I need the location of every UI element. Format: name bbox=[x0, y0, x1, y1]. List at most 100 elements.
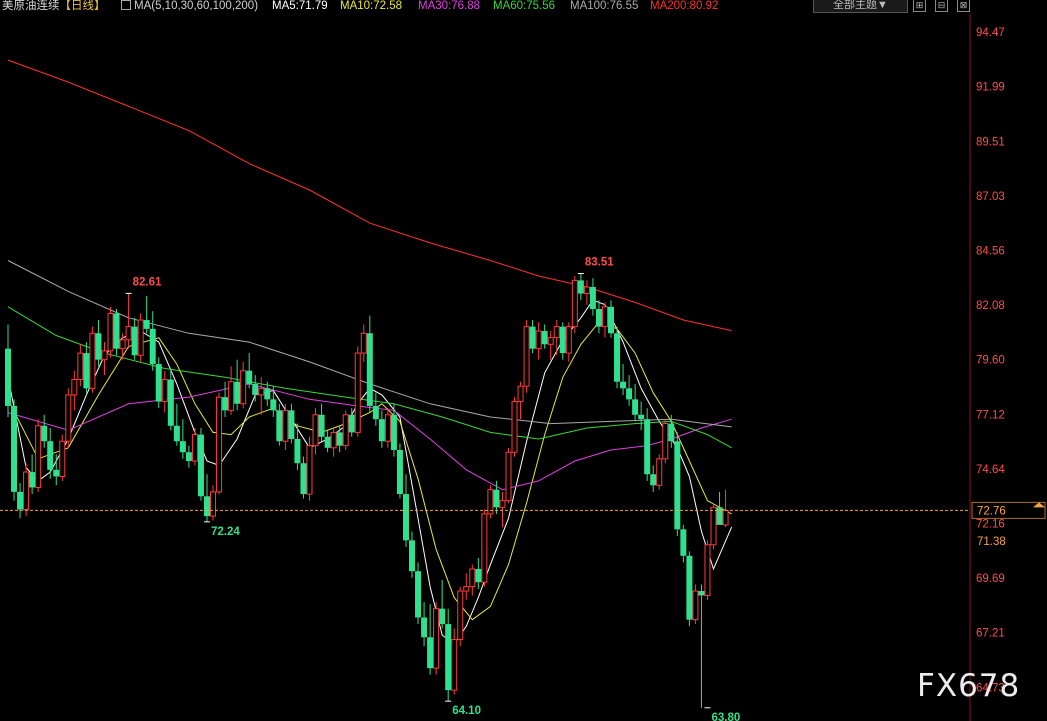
candle[interactable] bbox=[258, 377, 265, 415]
candle[interactable] bbox=[439, 580, 446, 629]
candle[interactable] bbox=[366, 315, 373, 413]
candle[interactable] bbox=[47, 427, 54, 479]
candle[interactable] bbox=[378, 410, 385, 448]
candle[interactable] bbox=[348, 408, 355, 437]
candle[interactable] bbox=[457, 586, 464, 647]
candle[interactable] bbox=[396, 443, 403, 499]
candle[interactable] bbox=[644, 408, 651, 481]
candle[interactable] bbox=[475, 557, 482, 589]
candle[interactable] bbox=[505, 447, 512, 503]
candle[interactable] bbox=[203, 474, 210, 522]
candle[interactable] bbox=[161, 370, 168, 413]
candle[interactable] bbox=[517, 381, 524, 420]
candle[interactable] bbox=[656, 454, 663, 490]
candle[interactable] bbox=[312, 408, 319, 455]
candle[interactable] bbox=[23, 463, 30, 517]
candle[interactable] bbox=[493, 480, 500, 514]
candle[interactable] bbox=[415, 562, 422, 625]
candle[interactable] bbox=[11, 399, 18, 501]
candle[interactable] bbox=[179, 419, 186, 459]
candle[interactable] bbox=[409, 531, 416, 578]
candle[interactable] bbox=[306, 436, 313, 501]
candle[interactable] bbox=[499, 491, 506, 528]
candle[interactable] bbox=[113, 309, 120, 356]
candle[interactable] bbox=[547, 331, 554, 360]
candle[interactable] bbox=[565, 322, 572, 362]
candlestick-chart[interactable]: 94.47 91.99 89.51 87.03 84.56 82.08 79.60 77.12… bbox=[0, 0, 1047, 721]
candle[interactable] bbox=[360, 324, 367, 362]
candle[interactable] bbox=[210, 485, 217, 521]
candle[interactable] bbox=[698, 584, 705, 708]
candle[interactable] bbox=[216, 392, 223, 495]
candle[interactable] bbox=[638, 401, 645, 431]
candle[interactable] bbox=[433, 602, 440, 675]
candle[interactable] bbox=[300, 456, 307, 499]
candle[interactable] bbox=[222, 381, 229, 417]
candle[interactable] bbox=[125, 293, 132, 349]
candle[interactable] bbox=[35, 419, 42, 492]
candle[interactable] bbox=[632, 383, 639, 422]
candle[interactable] bbox=[608, 300, 614, 338]
candle[interactable] bbox=[336, 425, 343, 453]
candle[interactable] bbox=[288, 403, 295, 444]
candle[interactable] bbox=[710, 502, 717, 550]
candle[interactable] bbox=[421, 602, 428, 647]
candle[interactable] bbox=[185, 445, 192, 468]
candle[interactable] bbox=[65, 388, 72, 448]
candle[interactable] bbox=[589, 278, 596, 316]
candle[interactable] bbox=[445, 608, 452, 702]
candle[interactable] bbox=[5, 324, 11, 417]
candle[interactable] bbox=[246, 353, 253, 389]
candle[interactable] bbox=[481, 509, 488, 587]
candle[interactable] bbox=[686, 551, 693, 627]
candle[interactable] bbox=[620, 364, 627, 395]
candle[interactable] bbox=[372, 392, 379, 426]
candle[interactable] bbox=[71, 370, 78, 411]
candle[interactable] bbox=[41, 414, 48, 448]
candle[interactable] bbox=[511, 397, 518, 457]
candle[interactable] bbox=[384, 408, 391, 448]
candle[interactable] bbox=[541, 324, 548, 349]
candle[interactable] bbox=[626, 375, 633, 406]
candle[interactable] bbox=[601, 302, 608, 338]
candle[interactable] bbox=[571, 275, 578, 334]
candle[interactable] bbox=[354, 346, 361, 437]
candle[interactable] bbox=[59, 434, 66, 481]
candle[interactable] bbox=[487, 485, 494, 519]
candle[interactable] bbox=[704, 540, 711, 600]
candle[interactable] bbox=[197, 427, 204, 501]
candle[interactable] bbox=[143, 295, 150, 334]
candle[interactable] bbox=[553, 320, 560, 356]
candle[interactable] bbox=[342, 410, 349, 451]
candle[interactable] bbox=[595, 300, 602, 334]
candle[interactable] bbox=[529, 320, 536, 354]
candle[interactable] bbox=[722, 489, 729, 528]
candle[interactable] bbox=[692, 584, 699, 625]
candle[interactable] bbox=[535, 322, 542, 360]
candle[interactable] bbox=[614, 326, 621, 389]
candle[interactable] bbox=[17, 483, 24, 519]
candle[interactable] bbox=[149, 311, 156, 371]
candle[interactable] bbox=[469, 564, 476, 596]
candle[interactable] bbox=[559, 322, 566, 360]
candle[interactable] bbox=[680, 524, 687, 563]
candle[interactable] bbox=[282, 403, 289, 451]
candle[interactable] bbox=[662, 419, 669, 464]
candle[interactable] bbox=[173, 403, 180, 446]
candle[interactable] bbox=[674, 432, 681, 536]
candle[interactable] bbox=[89, 326, 96, 393]
candle[interactable] bbox=[330, 427, 337, 457]
candle[interactable] bbox=[463, 573, 470, 600]
candle[interactable] bbox=[53, 454, 60, 486]
candle[interactable] bbox=[83, 342, 90, 393]
candle[interactable] bbox=[240, 361, 247, 409]
candle[interactable] bbox=[318, 403, 325, 442]
candle[interactable] bbox=[294, 423, 301, 470]
candle[interactable] bbox=[95, 320, 102, 367]
candle[interactable] bbox=[650, 465, 657, 492]
candle[interactable] bbox=[107, 306, 114, 358]
candle[interactable] bbox=[716, 491, 723, 525]
candle[interactable] bbox=[523, 320, 530, 393]
candle[interactable] bbox=[131, 317, 138, 360]
candle[interactable] bbox=[451, 628, 458, 695]
